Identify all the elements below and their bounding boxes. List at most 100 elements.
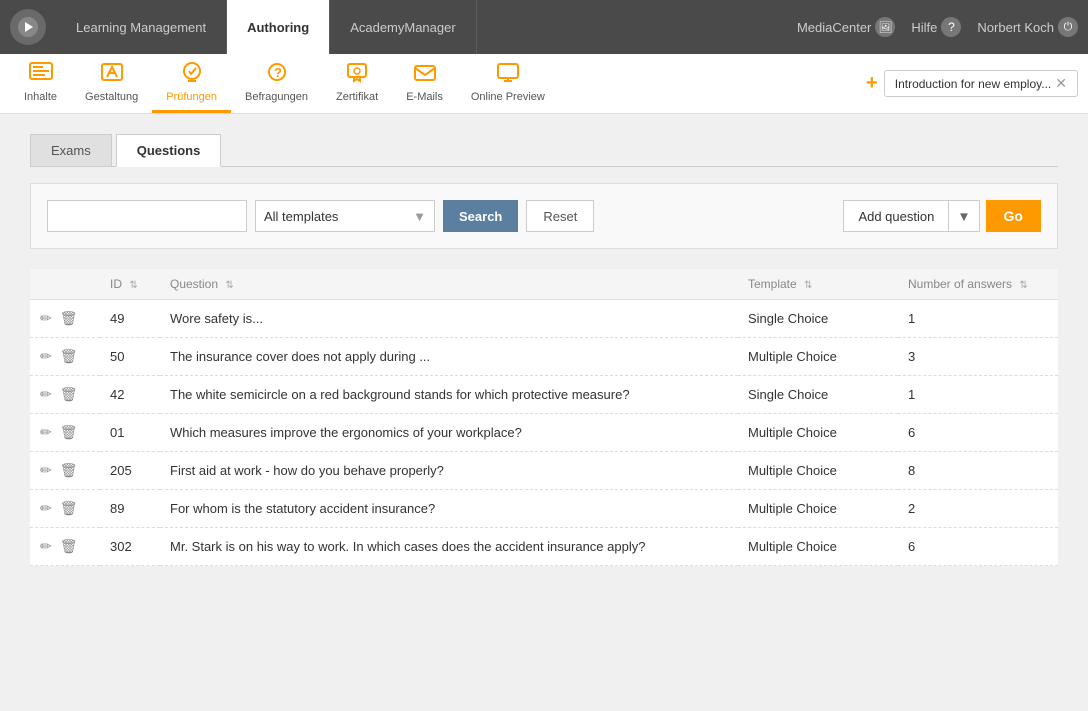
subtool-emails[interactable]: E-Mails	[392, 54, 457, 113]
row-actions: ✏ 🗑	[30, 414, 100, 452]
row-id: 42	[100, 376, 160, 414]
pruefungen-label: Prüfungen	[166, 91, 217, 103]
hilfe-button[interactable]: Hilfe ?	[911, 17, 961, 37]
reset-button[interactable]: Reset	[526, 200, 594, 232]
subtool-online-preview[interactable]: Online Preview	[457, 54, 559, 113]
sub-toolbar: Inhalte Gestaltung Prüfungen ? Befragung…	[0, 54, 1088, 114]
template-sort-icon: ⇅	[804, 280, 812, 291]
row-answers: 8	[898, 452, 1058, 490]
row-question: Wore safety is...	[160, 300, 738, 338]
power-icon: ⏻	[1058, 17, 1078, 37]
delete-icon[interactable]: 🗑	[60, 538, 78, 555]
subtool-pruefungen[interactable]: Prüfungen	[152, 54, 231, 113]
top-bar: Learning Management Authoring AcademyMan…	[0, 0, 1088, 54]
search-button[interactable]: Search	[443, 200, 518, 232]
go-button[interactable]: Go	[986, 200, 1041, 232]
table-row: ✏ 🗑 205 First aid at work - how do you b…	[30, 452, 1058, 490]
template-dropdown[interactable]: All templates ▼	[255, 200, 435, 232]
row-actions: ✏ 🗑	[30, 490, 100, 528]
subtool-zertifikat[interactable]: Zertifikat	[322, 54, 392, 113]
add-breadcrumb-button[interactable]: +	[866, 72, 878, 95]
subtool-gestaltung[interactable]: Gestaltung	[71, 54, 152, 113]
row-question: The insurance cover does not apply durin…	[160, 338, 738, 376]
help-icon: ?	[941, 17, 961, 37]
pruefungen-icon	[179, 61, 205, 89]
row-actions: ✏ 🗑	[30, 300, 100, 338]
mediacenter-button[interactable]: MediaCenter 🖼	[797, 17, 895, 37]
main-content: Exams Questions All templates ▼ Search R…	[0, 114, 1088, 711]
add-question-dropdown-button[interactable]: ▼	[948, 200, 979, 232]
col-header-id[interactable]: ID ⇅	[100, 269, 160, 300]
table-header-row: ID ⇅ Question ⇅ Template ⇅ Number of ans…	[30, 269, 1058, 300]
delete-icon[interactable]: 🗑	[60, 348, 78, 365]
table-row: ✏ 🗑 302 Mr. Stark is on his way to work.…	[30, 528, 1058, 566]
row-template: Single Choice	[738, 376, 898, 414]
tab-authoring[interactable]: Authoring	[227, 0, 330, 54]
row-actions: ✏ 🗑	[30, 528, 100, 566]
template-dropdown-label: All templates	[264, 209, 338, 224]
col-header-question[interactable]: Question ⇅	[160, 269, 738, 300]
breadcrumb-area: + Introduction for new employ... ✕	[866, 70, 1078, 97]
online-preview-label: Online Preview	[471, 91, 545, 103]
user-label: Norbert Koch	[977, 20, 1054, 35]
user-button[interactable]: Norbert Koch ⏻	[977, 17, 1078, 37]
add-question-group: Add question ▼	[843, 200, 979, 232]
app-logo	[10, 9, 46, 45]
table-row: ✏ 🗑 42 The white semicircle on a red bac…	[30, 376, 1058, 414]
row-template: Multiple Choice	[738, 490, 898, 528]
tab-questions[interactable]: Questions	[116, 134, 222, 167]
edit-icon[interactable]: ✏	[40, 500, 52, 517]
add-question-button[interactable]: Add question	[843, 200, 948, 232]
row-id: 89	[100, 490, 160, 528]
filter-right: Add question ▼ Go	[843, 200, 1041, 232]
delete-icon[interactable]: 🗑	[60, 386, 78, 403]
row-answers: 6	[898, 528, 1058, 566]
questions-table: ID ⇅ Question ⇅ Template ⇅ Number of ans…	[30, 269, 1058, 566]
tab-learning-management[interactable]: Learning Management	[56, 0, 227, 54]
delete-icon[interactable]: 🗑	[60, 500, 78, 517]
row-id: 50	[100, 338, 160, 376]
row-answers: 1	[898, 376, 1058, 414]
edit-icon[interactable]: ✏	[40, 310, 52, 327]
row-answers: 2	[898, 490, 1058, 528]
row-answers: 1	[898, 300, 1058, 338]
edit-icon[interactable]: ✏	[40, 386, 52, 403]
row-question: First aid at work - how do you behave pr…	[160, 452, 738, 490]
table-body: ✏ 🗑 49 Wore safety is... Single Choice 1…	[30, 300, 1058, 566]
delete-icon[interactable]: 🗑	[60, 424, 78, 441]
row-template: Multiple Choice	[738, 528, 898, 566]
subtool-befragungen[interactable]: ? Befragungen	[231, 54, 322, 113]
id-sort-icon: ⇅	[129, 280, 137, 291]
col-header-answers[interactable]: Number of answers ⇅	[898, 269, 1058, 300]
edit-icon[interactable]: ✏	[40, 538, 52, 555]
row-actions: ✏ 🗑	[30, 452, 100, 490]
inhalte-label: Inhalte	[24, 91, 57, 103]
row-template: Multiple Choice	[738, 414, 898, 452]
col-header-actions	[30, 269, 100, 300]
col-header-template[interactable]: Template ⇅	[738, 269, 898, 300]
edit-icon[interactable]: ✏	[40, 348, 52, 365]
edit-icon[interactable]: ✏	[40, 462, 52, 479]
svg-text:?: ?	[274, 65, 282, 80]
delete-icon[interactable]: 🗑	[60, 310, 78, 327]
breadcrumb-label: Introduction for new employ...	[895, 77, 1052, 91]
breadcrumb-tag: Introduction for new employ... ✕	[884, 70, 1078, 97]
tab-academy-manager[interactable]: AcademyManager	[330, 0, 477, 54]
row-id: 01	[100, 414, 160, 452]
inhalte-icon	[28, 61, 54, 89]
row-id: 49	[100, 300, 160, 338]
search-input[interactable]	[47, 200, 247, 232]
edit-icon[interactable]: ✏	[40, 424, 52, 441]
subtool-inhalte[interactable]: Inhalte	[10, 54, 71, 113]
befragungen-icon: ?	[264, 61, 290, 89]
row-template: Multiple Choice	[738, 452, 898, 490]
delete-icon[interactable]: 🗑	[60, 462, 78, 479]
gestaltung-label: Gestaltung	[85, 91, 138, 103]
breadcrumb-close-icon[interactable]: ✕	[1055, 75, 1067, 92]
table-row: ✏ 🗑 89 For whom is the statutory acciden…	[30, 490, 1058, 528]
top-bar-right: MediaCenter 🖼 Hilfe ? Norbert Koch ⏻	[797, 17, 1078, 37]
befragungen-label: Befragungen	[245, 91, 308, 103]
tab-exams[interactable]: Exams	[30, 134, 112, 166]
row-question: Which measures improve the ergonomics of…	[160, 414, 738, 452]
add-question-arrow-icon: ▼	[957, 209, 970, 224]
